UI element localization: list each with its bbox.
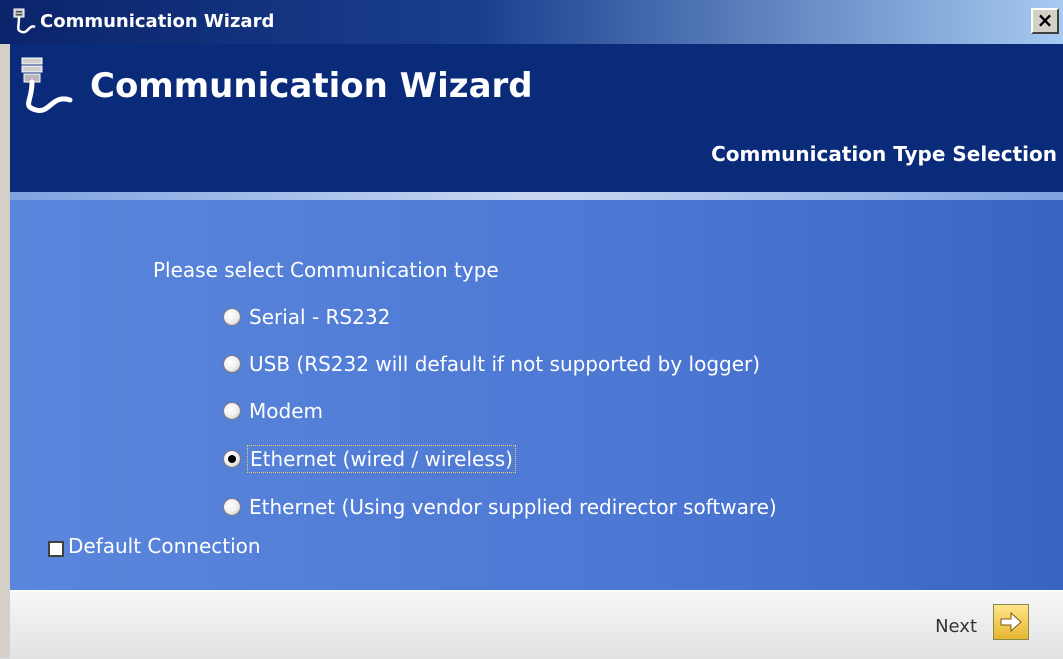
banner-subtitle: Communication Type Selection — [711, 142, 1057, 166]
selection-prompt: Please select Communication type — [153, 258, 499, 282]
wizard-banner: Communication Wizard Communication Type … — [10, 44, 1063, 192]
serial-cable-icon — [21, 57, 73, 113]
content-panel: Please select Communication type Serial … — [10, 200, 1063, 590]
banner-divider — [10, 192, 1063, 200]
next-button[interactable] — [993, 604, 1029, 640]
default-connection-label[interactable]: Default Connection — [68, 534, 261, 558]
radio-label[interactable]: Ethernet (wired / wireless) — [247, 445, 516, 473]
wizard-window: Communication Wizard × Communication Wiz… — [0, 0, 1063, 659]
next-label[interactable]: Next — [935, 616, 977, 637]
radio-button[interactable] — [223, 355, 241, 373]
radio-label[interactable]: Ethernet (Using vendor supplied redirect… — [247, 493, 779, 521]
next-arrow-icon — [1000, 611, 1022, 633]
radio-button-selected[interactable] — [223, 450, 241, 468]
radio-label[interactable]: Serial - RS232 — [247, 303, 392, 331]
radio-dot — [228, 455, 236, 463]
serial-cable-icon — [13, 8, 36, 34]
radio-button[interactable] — [223, 498, 241, 516]
radio-button[interactable] — [223, 402, 241, 420]
close-button[interactable]: × — [1031, 8, 1059, 34]
footer-bar: Next — [10, 590, 1063, 659]
radio-label[interactable]: Modem — [247, 397, 325, 425]
radio-label[interactable]: USB (RS232 will default if not supported… — [247, 350, 762, 378]
default-connection-checkbox[interactable] — [48, 541, 64, 557]
banner-title: Communication Wizard — [90, 66, 533, 106]
window-title: Communication Wizard — [40, 11, 275, 32]
radio-button[interactable] — [223, 308, 241, 326]
title-bar[interactable]: Communication Wizard × — [0, 0, 1063, 44]
